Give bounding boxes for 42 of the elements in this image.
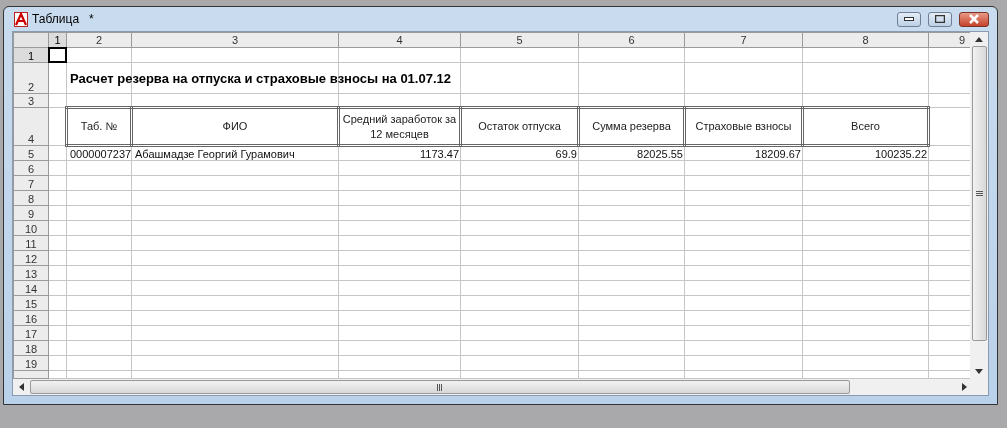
modified-mark: * xyxy=(89,12,94,26)
table-cell: 100235.22 xyxy=(875,148,927,160)
table-cell: Абашмадзе Георгий Гурамович xyxy=(135,148,295,160)
column-heading: Средний заработок за 12 месяцев xyxy=(341,111,458,142)
restore-icon xyxy=(935,15,945,23)
scroll-up-icon[interactable] xyxy=(975,37,984,42)
row-header[interactable]: 2 xyxy=(13,62,49,94)
table-cell: 0000007237 xyxy=(70,148,132,160)
column-header[interactable]: 8 xyxy=(802,32,929,48)
column-header[interactable]: 9 xyxy=(928,32,971,48)
report-title: Расчет резерва на отпуска и страховые взносы на 01.07.12 xyxy=(70,70,451,86)
minimize-icon xyxy=(904,17,914,21)
column-header[interactable]: 5 xyxy=(460,32,579,48)
column-heading: Сумма резерва xyxy=(591,119,672,134)
app-icon xyxy=(14,11,28,27)
column-heading: Остаток отпуска xyxy=(477,119,562,134)
restore-button[interactable] xyxy=(928,11,952,27)
column-header[interactable]: 3 xyxy=(131,32,339,48)
scroll-left-icon[interactable] xyxy=(19,383,24,391)
column-heading: ФИО xyxy=(221,119,249,134)
column-heading: Страховые взносы xyxy=(694,119,793,134)
column-header[interactable]: 4 xyxy=(338,32,461,48)
close-button[interactable] xyxy=(959,11,989,27)
scroll-thumb[interactable] xyxy=(30,380,850,394)
table-cell: 82025.55 xyxy=(637,148,683,160)
window-title: Таблица xyxy=(32,12,80,26)
table-cell: 18209.67 xyxy=(755,148,801,160)
column-heading: Таб. № xyxy=(79,119,119,134)
close-icon xyxy=(968,14,980,24)
scroll-thumb[interactable] xyxy=(971,46,987,341)
row-header[interactable]: 4 xyxy=(13,107,49,146)
table-cell: 69.9 xyxy=(555,148,577,160)
vertical-scrollbar[interactable] xyxy=(970,32,988,379)
minimize-button[interactable] xyxy=(897,11,921,27)
column-header[interactable]: 2 xyxy=(66,32,132,48)
scroll-right-icon[interactable] xyxy=(962,383,967,391)
table-cell: 1173.47 xyxy=(420,148,459,160)
horizontal-scrollbar[interactable] xyxy=(13,379,973,395)
scroll-down-icon[interactable] xyxy=(975,369,984,374)
column-header[interactable]: 6 xyxy=(578,32,685,48)
column-header[interactable]: 7 xyxy=(684,32,803,48)
column-heading: Всего xyxy=(850,119,881,134)
